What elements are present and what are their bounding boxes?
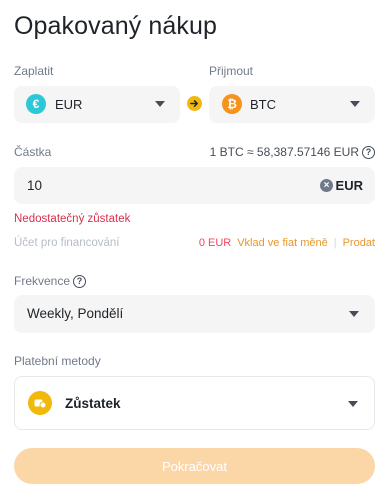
sell-link[interactable]: Prodat (343, 237, 375, 249)
pay-currency-select[interactable]: € EUR (14, 86, 180, 123)
clear-icon[interactable]: × (320, 179, 333, 192)
fiat-deposit-link[interactable]: Vklad ve fiat měně (237, 237, 328, 249)
chevron-down-icon (348, 401, 358, 407)
payment-method-label: Platební metody (14, 354, 101, 368)
amount-input-value[interactable]: 10 (27, 178, 42, 193)
receive-currency-value: BTC (250, 97, 276, 112)
funding-amount: 0 EUR (198, 237, 232, 249)
amount-label: Částka (14, 145, 52, 159)
payment-method-value: Zůstatek (65, 396, 121, 411)
funding-actions: 0 EUR Vklad ve fiat měně | Prodat (199, 237, 375, 249)
chevron-down-icon (155, 101, 165, 107)
bitcoin-coin-icon: ₿ (222, 94, 242, 114)
continue-button[interactable]: Pokračovat (14, 448, 375, 484)
exchange-rate: 1 BTC ≈ 58,387.57146 EUR ? (210, 145, 375, 159)
receive-label: Přijmout (209, 64, 254, 78)
info-icon[interactable]: ? (362, 145, 375, 159)
divider: | (333, 237, 337, 249)
amount-currency: EUR (335, 178, 363, 193)
wallet-balance-icon (28, 391, 52, 415)
frequency-label: Frekvence (14, 274, 71, 288)
chevron-down-icon (349, 311, 359, 317)
pay-label: Zaplatit (14, 64, 54, 78)
arrow-right-icon (187, 96, 202, 111)
error-message: Nedostatečný zůstatek (14, 213, 131, 225)
page-title: Opakovaný nákup (14, 12, 218, 40)
frequency-value: Weekly, Pondělí (27, 306, 124, 321)
payment-method-select[interactable]: Zůstatek (14, 376, 375, 430)
funding-account-label: Účet pro financování (14, 237, 120, 249)
frequency-select[interactable]: Weekly, Pondělí (14, 295, 375, 333)
euro-coin-icon: € (26, 94, 46, 114)
receive-currency-select[interactable]: ₿ BTC (209, 86, 375, 123)
exchange-rate-text: 1 BTC ≈ 58,387.57146 EUR (209, 145, 359, 159)
chevron-down-icon (350, 101, 360, 107)
frequency-label-row: Frekvence ? (14, 274, 87, 288)
info-icon[interactable]: ? (73, 274, 87, 288)
pay-currency-value: EUR (55, 97, 83, 112)
